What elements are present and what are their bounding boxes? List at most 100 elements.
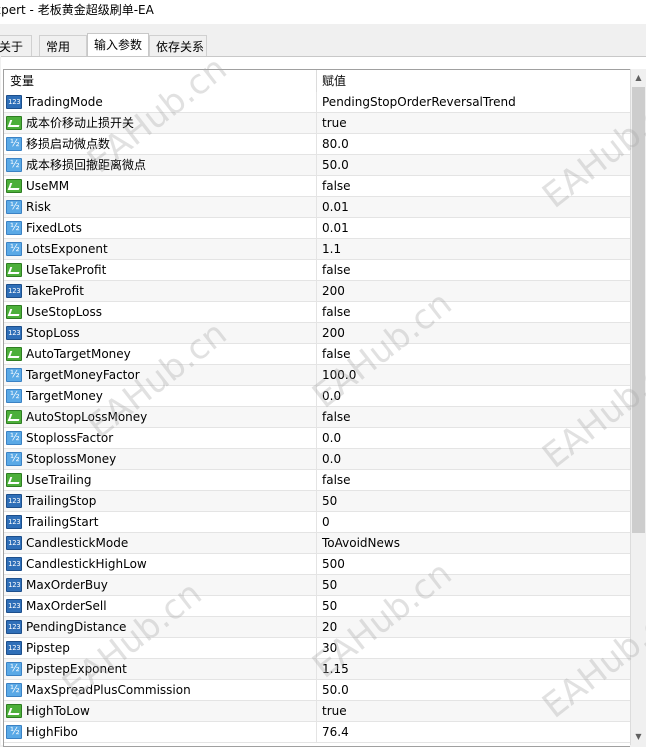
parameter-value[interactable]: 20	[322, 617, 337, 637]
cell-divider	[316, 491, 317, 511]
parameter-name: UseStopLoss	[26, 305, 103, 319]
table-row[interactable]: StopLoss 200	[4, 323, 630, 344]
parameter-value[interactable]: 200	[322, 323, 345, 343]
parameter-value[interactable]: false	[322, 176, 351, 196]
parameter-value[interactable]: 0	[322, 512, 330, 532]
parameter-value[interactable]: 200	[322, 281, 345, 301]
parameter-value[interactable]: 1.1	[322, 239, 341, 259]
cell-divider	[316, 533, 317, 553]
parameter-value[interactable]: PendingStopOrderReversalTrend	[322, 92, 516, 112]
table-row[interactable]: PipstepExponent 1.15	[4, 659, 630, 680]
parameter-value[interactable]: 76.4	[322, 722, 349, 742]
parameter-value[interactable]: true	[322, 113, 347, 133]
integer-type-icon	[6, 95, 22, 109]
table-row[interactable]: AutoTargetMoney false	[4, 344, 630, 365]
parameter-value[interactable]: true	[322, 701, 347, 721]
parameter-value[interactable]: 1.15	[322, 659, 349, 679]
parameter-value[interactable]: 80.0	[322, 134, 349, 154]
parameter-value[interactable]: 0.01	[322, 197, 349, 217]
cell-divider	[316, 218, 317, 238]
table-row[interactable]: TakeProfit 200	[4, 281, 630, 302]
parameter-value[interactable]: ToAvoidNews	[322, 533, 400, 553]
parameter-value[interactable]: 50.0	[322, 680, 349, 700]
table-row[interactable]: 成本移损回撤距离微点 50.0	[4, 155, 630, 176]
table-row[interactable]: TradingMode PendingStopOrderReversalTrend	[4, 92, 630, 113]
tab-inputs[interactable]: 输入参数	[87, 33, 149, 57]
table-row[interactable]: CandlestickHighLow 500	[4, 554, 630, 575]
table-row[interactable]: Risk 0.01	[4, 197, 630, 218]
parameter-name: MaxOrderBuy	[26, 578, 108, 592]
parameter-value[interactable]: 30	[322, 638, 337, 658]
table-row[interactable]: HighToLow true	[4, 701, 630, 722]
table-row[interactable]: MaxSpreadPlusCommission 50.0	[4, 680, 630, 701]
parameter-value[interactable]: 50	[322, 596, 337, 616]
table-row[interactable]: MaxOrderBuy 50	[4, 575, 630, 596]
parameter-value[interactable]: 0.0	[322, 449, 341, 469]
parameter-value[interactable]: 100.0	[322, 365, 356, 385]
table-row[interactable]: HighFibo 76.4	[4, 722, 630, 743]
parameter-name: TradingMode	[26, 95, 103, 109]
parameter-value[interactable]: false	[322, 407, 351, 427]
parameter-value[interactable]: 500	[322, 554, 345, 574]
table-row[interactable]: AutoStopLossMoney false	[4, 407, 630, 428]
column-header-value[interactable]: 赋值	[322, 70, 346, 92]
table-row[interactable]: MaxOrderSell 50	[4, 596, 630, 617]
double-type-icon	[6, 431, 22, 445]
parameter-value[interactable]: false	[322, 302, 351, 322]
scroll-thumb[interactable]	[632, 87, 645, 533]
table-row[interactable]: TrailingStart 0	[4, 512, 630, 533]
table-row[interactable]: TrailingStop 50	[4, 491, 630, 512]
tab-common-label: 常用	[46, 40, 71, 54]
parameter-value[interactable]: false	[322, 344, 351, 364]
integer-type-icon	[6, 641, 22, 655]
boolean-type-icon	[6, 704, 22, 718]
parameter-name: Risk	[26, 200, 51, 214]
table-row[interactable]: UseTakeProfit false	[4, 260, 630, 281]
double-type-icon	[6, 221, 22, 235]
parameter-name: 成本价移动止损开关	[26, 116, 135, 130]
scroll-down-icon[interactable]: ▼	[631, 728, 646, 745]
parameter-value[interactable]: 50.0	[322, 155, 349, 175]
parameter-name: MaxSpreadPlusCommission	[26, 683, 191, 697]
boolean-type-icon	[6, 179, 22, 193]
scroll-up-icon[interactable]: ▲	[631, 69, 646, 86]
cell-divider	[316, 428, 317, 448]
table-row[interactable]: TargetMoney 0.0	[4, 386, 630, 407]
table-row[interactable]: StoplossMoney 0.0	[4, 449, 630, 470]
table-row[interactable]: UseMM false	[4, 176, 630, 197]
tab-dependencies[interactable]: 依存关系	[149, 35, 207, 57]
parameter-value[interactable]: 50	[322, 491, 337, 511]
cell-divider	[316, 659, 317, 679]
table-row[interactable]: CandlestickMode ToAvoidNews	[4, 533, 630, 554]
column-divider[interactable]	[316, 70, 317, 92]
table-row[interactable]: UseTrailing false	[4, 470, 630, 491]
cell-divider	[316, 554, 317, 574]
table-row[interactable]: PendingDistance 20	[4, 617, 630, 638]
table-row[interactable]: FixedLots 0.01	[4, 218, 630, 239]
parameter-name: HighToLow	[26, 704, 90, 718]
cell-divider	[316, 722, 317, 742]
table-row[interactable]: LotsExponent 1.1	[4, 239, 630, 260]
cell-divider	[316, 596, 317, 616]
table-row[interactable]: 移损启动微点数 80.0	[4, 134, 630, 155]
parameter-value[interactable]: false	[322, 470, 351, 490]
parameter-value[interactable]: 50	[322, 575, 337, 595]
table-row[interactable]: 成本价移动止损开关 true	[4, 113, 630, 134]
table-row[interactable]: Pipstep 30	[4, 638, 630, 659]
column-header-variable[interactable]: 变量	[10, 70, 34, 92]
parameter-name: AutoStopLossMoney	[26, 410, 148, 424]
double-type-icon	[6, 662, 22, 676]
double-type-icon	[6, 452, 22, 466]
tab-common[interactable]: 常用	[39, 35, 87, 57]
parameter-value[interactable]: false	[322, 260, 351, 280]
parameter-value[interactable]: 0.0	[322, 428, 341, 448]
cell-divider	[316, 680, 317, 700]
tab-about[interactable]: 关于	[0, 35, 32, 57]
tab-dependencies-label: 依存关系	[156, 40, 205, 54]
vertical-scrollbar[interactable]: ▲ ▼	[630, 69, 646, 745]
table-row[interactable]: TargetMoneyFactor 100.0	[4, 365, 630, 386]
parameter-value[interactable]: 0.0	[322, 386, 341, 406]
table-row[interactable]: UseStopLoss false	[4, 302, 630, 323]
table-row[interactable]: StoplossFactor 0.0	[4, 428, 630, 449]
parameter-value[interactable]: 0.01	[322, 218, 349, 238]
